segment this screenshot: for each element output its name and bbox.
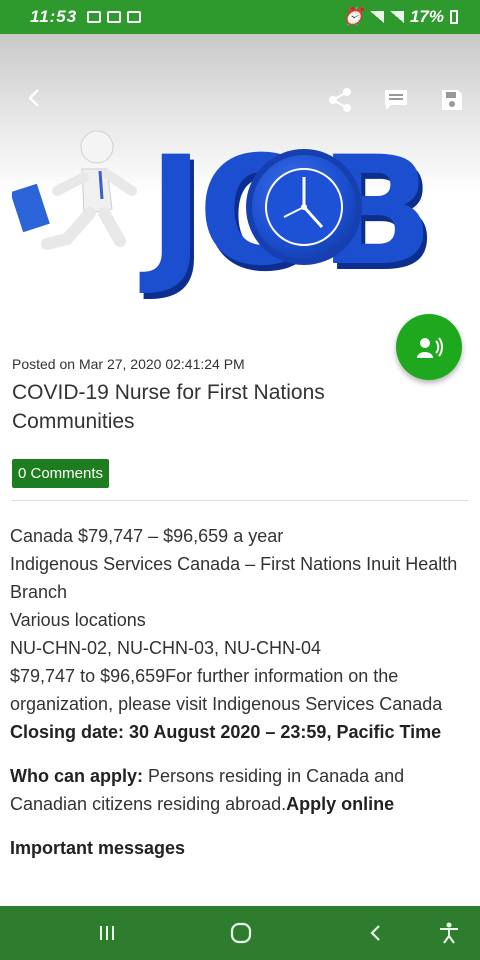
speaker-icon xyxy=(417,337,443,358)
status-time: 11:53 xyxy=(30,7,78,26)
accessibility-button[interactable] xyxy=(434,918,464,948)
accessibility-icon xyxy=(440,922,458,944)
save-icon xyxy=(442,90,462,110)
important-messages-heading: Important messages xyxy=(10,834,472,862)
hero-image: JOB xyxy=(0,129,480,314)
status-bar: 11:53 ⏰ 17% xyxy=(0,0,480,34)
apply-online-link[interactable]: Apply online xyxy=(286,794,394,814)
listen-fab[interactable] xyxy=(396,314,462,380)
nav-back-button[interactable] xyxy=(360,918,390,948)
clock-icon xyxy=(246,149,362,265)
comment-button[interactable] xyxy=(380,84,412,116)
battery-icon xyxy=(450,10,458,24)
comments-button[interactable]: 0 Comments xyxy=(12,459,110,488)
comment-icon xyxy=(385,90,407,110)
running-man-icon xyxy=(12,130,137,250)
signal-icon-2 xyxy=(389,11,404,23)
gallery-icon xyxy=(87,11,102,23)
who-label: Who can apply: xyxy=(10,766,144,786)
divider xyxy=(12,500,468,501)
page-title: COVID-19 Nurse for First Nations Communi… xyxy=(12,381,325,433)
department-line: Indigenous Services Canada – First Natio… xyxy=(10,554,458,602)
home-icon xyxy=(230,922,252,944)
battery-percent: 17% xyxy=(409,7,444,26)
share-button[interactable] xyxy=(324,84,356,116)
chevron-left-icon xyxy=(28,89,39,107)
back-icon xyxy=(370,925,380,941)
header-banner: JOB xyxy=(0,34,480,304)
recents-icon xyxy=(100,926,114,940)
who-can-apply: Who can apply: Persons residing in Canad… xyxy=(10,762,472,818)
info-text: $79,747 to $96,659For further informatio… xyxy=(10,666,443,714)
share-icon xyxy=(329,88,351,112)
codes-line: NU-CHN-02, NU-CHN-03, NU-CHN-04 xyxy=(10,638,322,658)
closing-date: Closing date: 30 August 2020 – 23:59, Pa… xyxy=(10,722,442,742)
posted-date: Posted on Mar 27, 2020 02:41:24 PM xyxy=(12,356,245,372)
signal-icon xyxy=(369,11,384,23)
salary-line: Canada $79,747 – $96,659 a year xyxy=(10,526,284,546)
back-button[interactable] xyxy=(18,82,50,114)
system-nav-bar xyxy=(0,906,480,960)
job-details: Canada $79,747 – $96,659 a year Indigeno… xyxy=(10,522,472,746)
notification-icons xyxy=(87,11,142,23)
location-line: Various locations xyxy=(10,610,146,630)
important-label: Important messages xyxy=(10,838,186,858)
screen-icon xyxy=(127,11,142,23)
save-button[interactable] xyxy=(436,84,468,116)
article-body: Canada $79,747 – $96,659 a year Indigeno… xyxy=(10,522,472,862)
system-icons: ⏰ 17% xyxy=(343,7,458,27)
home-button[interactable] xyxy=(226,918,256,948)
info-paragraph: $79,747 to $96,659For further informatio… xyxy=(10,662,472,746)
alarm-icon: ⏰ xyxy=(342,7,364,26)
recents-button[interactable] xyxy=(92,918,122,948)
message-icon xyxy=(107,11,122,23)
